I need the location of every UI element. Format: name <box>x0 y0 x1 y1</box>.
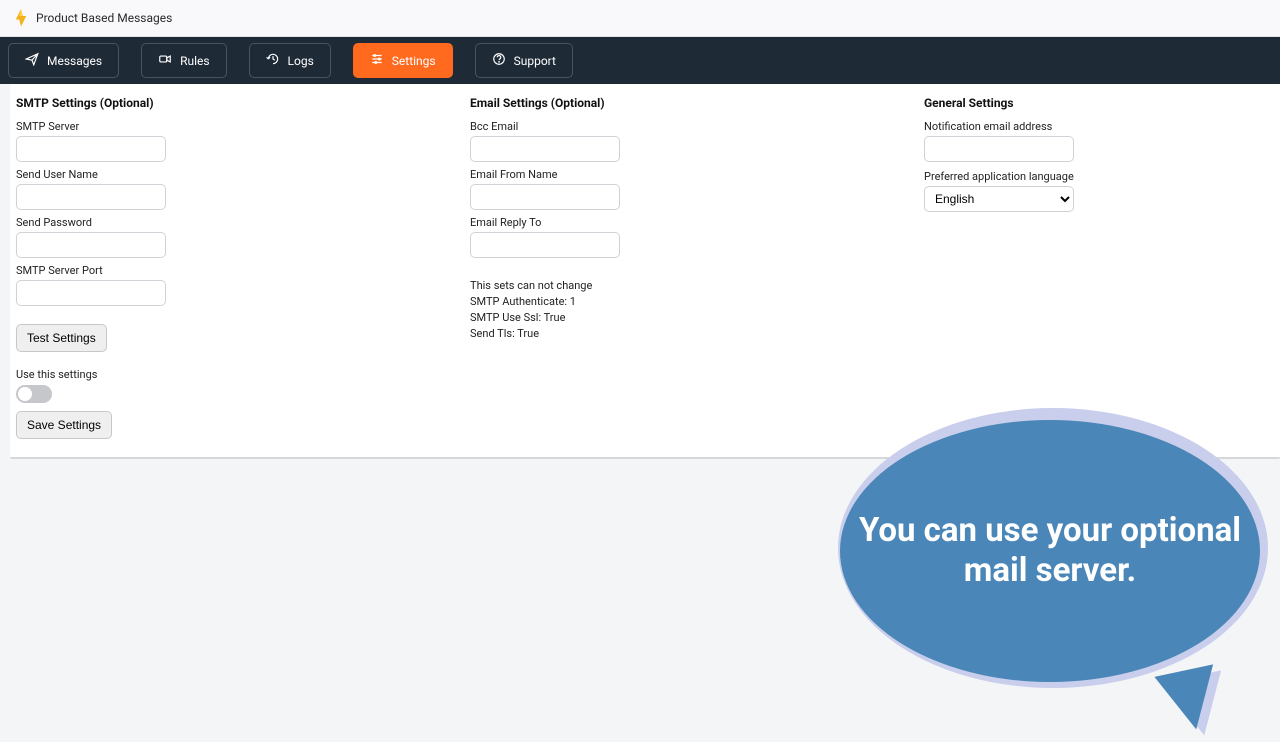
info-line-3: SMTP Use Ssl: True <box>470 310 924 326</box>
smtp-port-input[interactable] <box>16 280 166 306</box>
bubble-body: You can use your optional mail server. <box>840 420 1260 682</box>
smtp-server-label: SMTP Server <box>16 120 470 133</box>
info-line-2: SMTP Authenticate: 1 <box>470 294 924 310</box>
smtp-section-title: SMTP Settings (Optional) <box>16 96 470 110</box>
language-select[interactable]: English <box>924 186 1074 212</box>
use-settings-label: Use this settings <box>16 368 470 381</box>
smtp-pass-label: Send Password <box>16 216 470 229</box>
smtp-port-label: SMTP Server Port <box>16 264 470 277</box>
smtp-pass-input[interactable] <box>16 232 166 258</box>
nav-rules-label: Rules <box>180 54 209 68</box>
bcc-email-input[interactable] <box>470 136 620 162</box>
app-logo-icon <box>14 9 28 27</box>
info-line-1: This sets can not change <box>470 278 924 294</box>
test-settings-button[interactable]: Test Settings <box>16 324 107 352</box>
bubble-text: You can use your optional mail server. <box>840 511 1260 590</box>
app-header: Product Based Messages <box>0 0 1280 37</box>
smtp-user-label: Send User Name <box>16 168 470 181</box>
history-icon <box>266 52 280 69</box>
nav-logs[interactable]: Logs <box>249 43 331 78</box>
email-settings-column: Email Settings (Optional) Bcc Email Emai… <box>470 96 924 439</box>
bubble-tail <box>1154 664 1225 735</box>
reply-to-input[interactable] <box>470 232 620 258</box>
app-title: Product Based Messages <box>36 11 172 25</box>
smtp-user-input[interactable] <box>16 184 166 210</box>
notify-email-input[interactable] <box>924 136 1074 162</box>
smtp-server-input[interactable] <box>16 136 166 162</box>
from-name-input[interactable] <box>470 184 620 210</box>
nav-bar: Messages Rules Logs Settings Support <box>0 37 1280 84</box>
smtp-info-block: This sets can not change SMTP Authentica… <box>470 278 924 342</box>
nav-messages-label: Messages <box>47 54 102 68</box>
use-settings-toggle[interactable] <box>16 385 52 403</box>
camera-icon <box>158 52 172 69</box>
reply-to-label: Email Reply To <box>470 216 924 229</box>
help-circle-icon <box>492 52 506 69</box>
toggle-knob <box>18 387 32 401</box>
notify-email-label: Notification email address <box>924 120 1266 133</box>
nav-settings[interactable]: Settings <box>353 43 453 78</box>
from-name-label: Email From Name <box>470 168 924 181</box>
save-settings-button[interactable]: Save Settings <box>16 411 112 439</box>
general-settings-column: General Settings Notification email addr… <box>924 96 1266 439</box>
nav-rules[interactable]: Rules <box>141 43 226 78</box>
nav-support-label: Support <box>514 54 556 68</box>
bcc-email-label: Bcc Email <box>470 120 924 133</box>
sliders-icon <box>370 52 384 69</box>
nav-settings-label: Settings <box>392 54 436 68</box>
hint-bubble: You can use your optional mail server. <box>820 400 1280 740</box>
nav-messages[interactable]: Messages <box>8 43 119 78</box>
nav-logs-label: Logs <box>288 54 314 68</box>
language-label: Preferred application language <box>924 170 1266 183</box>
smtp-settings-column: SMTP Settings (Optional) SMTP Server Sen… <box>16 96 470 439</box>
nav-support[interactable]: Support <box>475 43 573 78</box>
paper-plane-icon <box>25 52 39 69</box>
info-line-4: Send Tls: True <box>470 326 924 342</box>
general-section-title: General Settings <box>924 96 1266 110</box>
email-section-title: Email Settings (Optional) <box>470 96 924 110</box>
